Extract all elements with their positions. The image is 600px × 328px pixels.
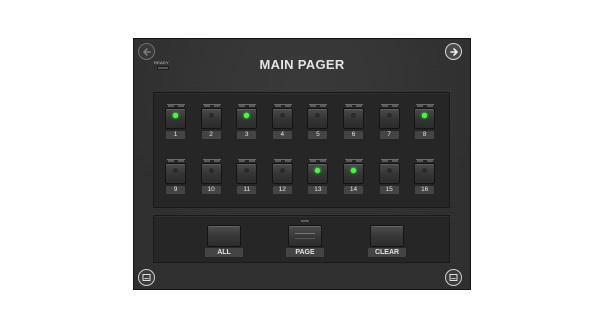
keyboard-icon xyxy=(449,274,458,281)
clear-button-key[interactable] xyxy=(370,225,404,247)
all-button-label: ALL xyxy=(205,248,243,257)
pad-status-led xyxy=(244,168,250,173)
pad-key[interactable] xyxy=(307,163,329,184)
pad-status-led xyxy=(351,113,356,118)
pad-key[interactable] xyxy=(200,108,222,129)
pad-number-label: 13 xyxy=(308,186,328,194)
pad-number-label: 4 xyxy=(272,131,292,139)
pad-key[interactable] xyxy=(236,108,258,129)
clear-button-label: CLEAR xyxy=(368,248,406,257)
arrow-right-icon xyxy=(449,47,458,56)
pad-status-led xyxy=(351,168,356,173)
page-title: MAIN PAGER xyxy=(259,57,345,72)
pad-key[interactable] xyxy=(165,163,186,184)
pad-key[interactable] xyxy=(307,108,329,129)
pad-key[interactable] xyxy=(165,108,186,129)
pad-key[interactable] xyxy=(343,163,364,184)
pad-number-label: 7 xyxy=(379,131,399,139)
page-key-slot xyxy=(295,233,315,239)
pad-number-label: 5 xyxy=(308,131,328,139)
pad-key[interactable] xyxy=(343,108,364,129)
pad-key[interactable] xyxy=(378,108,400,129)
pad-key[interactable] xyxy=(378,163,400,184)
pad-number-label: 8 xyxy=(415,131,435,139)
pad-status-led xyxy=(208,113,214,118)
pad-key[interactable] xyxy=(414,108,436,129)
pad-number-label: 6 xyxy=(344,131,363,139)
keyboard-button-right[interactable] xyxy=(445,269,462,286)
pad-number-label: 10 xyxy=(201,186,221,194)
pad-number-label: 16 xyxy=(415,186,435,194)
keyboard-button-left[interactable] xyxy=(138,269,155,286)
pad-number-label: 1 xyxy=(166,131,185,139)
pad-status-led xyxy=(386,168,392,173)
pad-status-led xyxy=(422,168,428,173)
pad-status-led xyxy=(279,168,285,173)
arrow-left-icon xyxy=(142,47,151,56)
pager-pad-grid: 1 2 3 4 5 6 7 8 9 10 11 12 13 14 15 16 xyxy=(153,92,450,208)
pad-number-label: 9 xyxy=(166,186,185,194)
pad-status-led xyxy=(422,113,428,118)
pad-status-led xyxy=(173,168,178,173)
pad-key[interactable] xyxy=(200,163,222,184)
pad-status-led xyxy=(208,168,214,173)
pad-status-led xyxy=(244,113,250,118)
pad-status-led xyxy=(315,168,321,173)
pager-panel: READY MAIN PAGER 1 2 3 4 5 6 7 8 9 10 11 12 13 14 15 16… xyxy=(133,38,471,290)
pad-number-label: 15 xyxy=(379,186,399,194)
keyboard-icon xyxy=(142,274,151,281)
pad-number-label: 11 xyxy=(237,186,257,194)
pad-status-led xyxy=(315,113,321,118)
pad-number-label: 3 xyxy=(237,131,257,139)
pad-status-led xyxy=(279,113,285,118)
pad-status-led xyxy=(386,113,392,118)
pager-actions: ALL PAGE CLEAR xyxy=(153,215,450,263)
pad-number-label: 2 xyxy=(201,131,221,139)
pad-key[interactable] xyxy=(271,163,293,184)
pad-number-label: 14 xyxy=(344,186,363,194)
page-button-key[interactable] xyxy=(288,225,322,247)
all-button-key[interactable] xyxy=(207,225,241,247)
page-button-label: PAGE xyxy=(286,248,324,257)
pad-status-led xyxy=(173,113,178,118)
pad-number-label: 12 xyxy=(272,186,292,194)
pad-key[interactable] xyxy=(271,108,293,129)
pad-key[interactable] xyxy=(236,163,258,184)
next-button[interactable] xyxy=(445,43,462,60)
page-button-notch xyxy=(301,220,309,222)
pad-key[interactable] xyxy=(414,163,436,184)
